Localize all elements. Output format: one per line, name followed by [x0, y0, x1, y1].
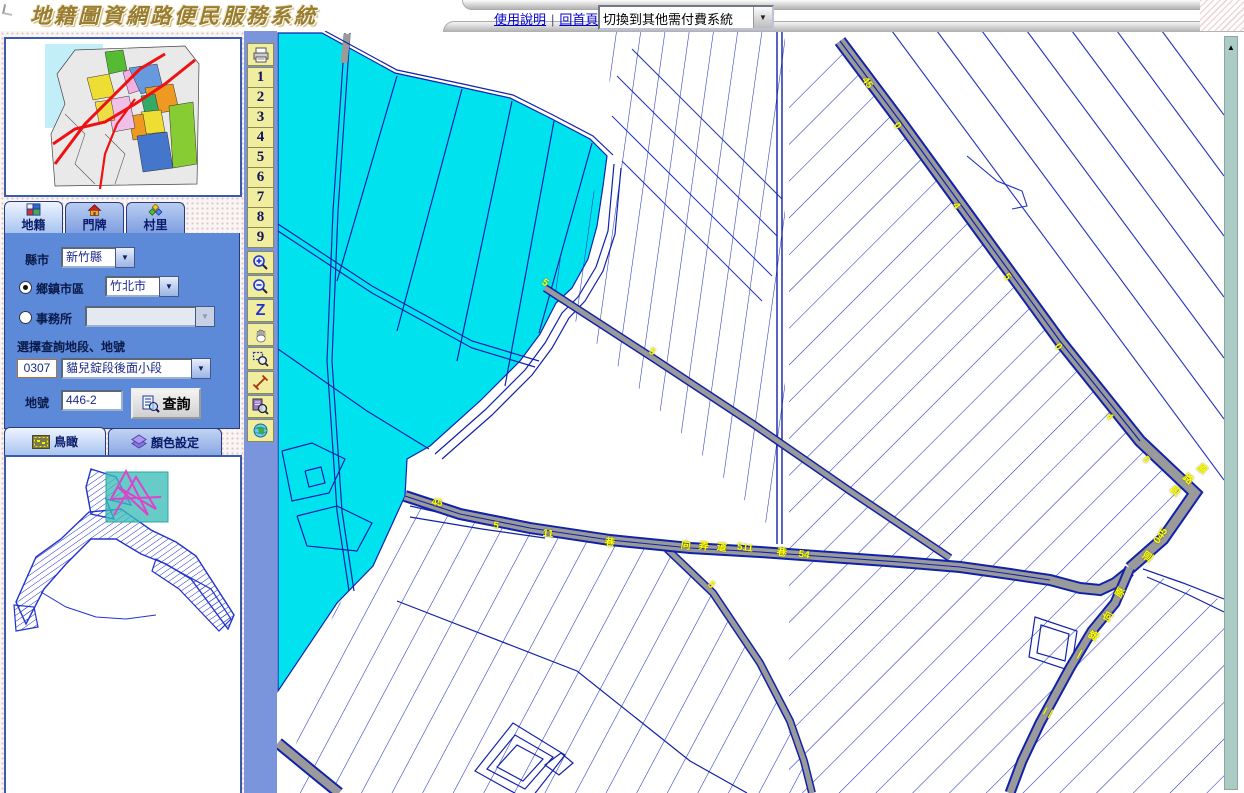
app-root: 地籍圖資網路便民服務系統 使用說明 | 回首頁 切換到其他需付費系統 ▼ [0, 0, 1244, 793]
parcel-number-input[interactable]: 446-2 [61, 390, 123, 411]
header-hatch-decoration [1200, 0, 1244, 31]
zoom-level-6-button[interactable]: 6 [247, 167, 274, 188]
header-nav: 使用說明 | 回首頁 [494, 9, 598, 28]
tab-color-settings-label: 顏色設定 [151, 434, 199, 451]
color-settings-icon [131, 434, 147, 450]
corner-decoration-icon [2, 4, 14, 16]
zoom-level-1-button[interactable]: 1 [247, 67, 274, 88]
office-dropdown-arrow-icon[interactable]: ▼ [195, 306, 215, 327]
zoom-window-icon [252, 350, 269, 367]
section-name-box[interactable]: 貓兒錠段後面小段 [61, 358, 195, 379]
section-code-box[interactable]: 0307 [17, 359, 57, 378]
query-button-label: 查詢 [163, 394, 191, 414]
town-label: 鄉鎮市區 [36, 280, 84, 297]
town-radio[interactable] [19, 281, 32, 294]
header: 地籍圖資網路便民服務系統 使用說明 | 回首頁 切換到其他需付費系統 ▼ [0, 0, 1244, 31]
zoom-out-icon [252, 278, 269, 295]
zoom-level-4-button[interactable]: 4 [247, 127, 274, 148]
tab-bird-eye-label: 鳥瞰 [54, 433, 78, 450]
bird-eye-icon [32, 435, 50, 449]
full-extent-button[interactable] [247, 419, 274, 442]
bird-eye-overview[interactable] [4, 455, 242, 793]
road-label: 巷 [776, 543, 788, 559]
map-viewport[interactable]: 45 5 11 巷 向 弄 道 511 巷 54 5 5 5 45 0 4 5 … [277, 31, 1244, 793]
road-label: 54 [798, 549, 811, 561]
print-icon [252, 47, 270, 63]
pan-hand-icon [253, 327, 269, 343]
county-value-box[interactable]: 新竹縣 [61, 247, 119, 268]
tab-color-settings[interactable]: 顏色設定 [108, 428, 222, 455]
tab-house-number[interactable]: 門牌 [65, 202, 124, 233]
measure-icon [252, 374, 269, 391]
system-switch-select[interactable]: 切換到其他需付費系統 ▼ [598, 5, 774, 30]
town-dropdown-arrow-icon[interactable]: ▼ [159, 276, 179, 297]
identify-icon [252, 398, 269, 415]
road-label: 5 [492, 520, 499, 532]
zoom-level-3-button[interactable]: 3 [247, 107, 274, 128]
cadastral-icon [25, 203, 42, 216]
scroll-up-arrow-icon[interactable]: ▲ [1226, 43, 1236, 53]
office-radio[interactable] [19, 311, 32, 324]
print-button[interactable] [247, 43, 274, 66]
office-label: 事務所 [36, 310, 72, 327]
road-label: 道 [716, 538, 728, 554]
query-button[interactable]: 查詢 [131, 388, 201, 419]
town-value-box[interactable]: 竹北市 [105, 276, 163, 297]
tab-village[interactable]: 村里 [126, 202, 185, 233]
tab-village-label: 村里 [143, 216, 167, 233]
zoom-scale-button[interactable]: Z [247, 299, 274, 322]
county-dropdown-arrow-icon[interactable]: ▼ [115, 247, 135, 268]
system-switch-value: 切換到其他需付費系統 [600, 7, 753, 28]
road-label: 弄 [698, 537, 710, 553]
view-tabs: 鳥瞰 顏色設定 [4, 428, 240, 455]
county-map-image [45, 44, 201, 190]
section-hint-label: 選擇查詢地段、地號 [17, 338, 125, 355]
road-label: 45 [431, 497, 444, 509]
village-icon [147, 204, 164, 216]
tab-bird-eye[interactable]: 鳥瞰 [4, 427, 106, 455]
zoom-level-5-button[interactable]: 5 [247, 147, 274, 168]
zoom-in-icon [252, 254, 269, 271]
zoom-level-8-button[interactable]: 8 [247, 207, 274, 228]
help-link[interactable]: 使用說明 [494, 12, 546, 27]
home-link[interactable]: 回首頁 [559, 12, 598, 27]
tab-cadastral-label: 地籍 [21, 216, 45, 233]
overview-wireframe [6, 457, 236, 789]
tab-cadastral[interactable]: 地籍 [4, 201, 63, 233]
zoom-level-2-button[interactable]: 2 [247, 87, 274, 108]
pan-button[interactable] [247, 323, 274, 346]
zoom-in-button[interactable] [247, 251, 274, 274]
tab-house-number-label: 門牌 [82, 216, 106, 233]
sidebar: 地籍 門牌 村里 縣市 新竹縣 [0, 31, 244, 793]
house-icon [86, 204, 103, 216]
map-toolbar: 1 2 3 4 5 6 7 8 9 Z [244, 31, 277, 793]
parcel-label: 地號 [25, 394, 49, 411]
zoom-out-button[interactable] [247, 275, 274, 298]
query-button-icon [142, 395, 160, 413]
identify-button[interactable] [247, 395, 274, 418]
zoom-level-9-button[interactable]: 9 [247, 227, 274, 248]
region-overview-map[interactable] [4, 37, 242, 197]
map-vertical-scrollbar[interactable]: ▲ [1224, 36, 1238, 790]
office-value-box[interactable] [85, 306, 199, 327]
search-panel: 縣市 新竹縣 ▼ 鄉鎮市區 竹北市 ▼ 事務所 ▼ 選擇查詢地段、地號 0307… [4, 233, 240, 429]
road-label: 向 [680, 536, 692, 552]
select-dropdown-arrow-icon[interactable]: ▼ [753, 7, 772, 28]
globe-icon [252, 422, 269, 439]
road-label: 11 [542, 528, 554, 540]
section-dropdown-arrow-icon[interactable]: ▼ [191, 358, 211, 379]
page-title: 地籍圖資網路便民服務系統 [30, 0, 318, 30]
road-label: 511 [736, 541, 754, 554]
zoom-window-button[interactable] [247, 347, 274, 370]
measure-button[interactable] [247, 371, 274, 394]
link-separator: | [551, 12, 554, 27]
road-label: 巷 [604, 533, 616, 549]
county-label: 縣市 [25, 251, 49, 268]
zoom-level-7-button[interactable]: 7 [247, 187, 274, 208]
search-tabs: 地籍 門牌 村里 [4, 202, 240, 233]
cadastral-map [277, 31, 1224, 793]
